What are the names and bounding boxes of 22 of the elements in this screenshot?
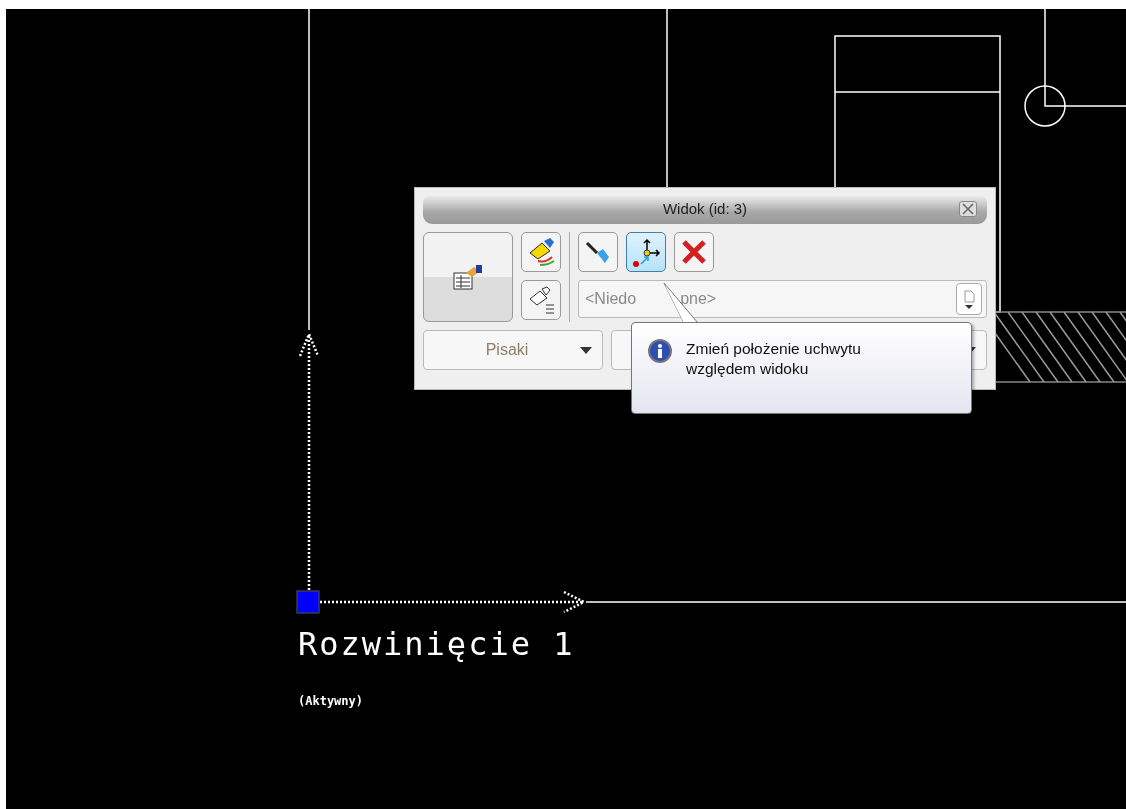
origin-handle[interactable] xyxy=(296,590,320,614)
combo-button[interactable] xyxy=(956,283,982,315)
pens-dropdown[interactable]: Pisaki xyxy=(423,330,603,370)
color-brush-button[interactable] xyxy=(521,232,561,272)
tooltip-text: Zmień położenie uchwytu względem widoku xyxy=(686,339,862,380)
properties-button[interactable] xyxy=(423,232,513,322)
brush-list-button[interactable] xyxy=(521,280,561,320)
caret-icon xyxy=(580,346,592,354)
combo-text: <Niedo xyxy=(585,289,637,309)
view-combo[interactable]: <Niedo pne> xyxy=(578,280,987,318)
table-brush-icon xyxy=(452,263,484,291)
view-label: Rozwinięcie 1 xyxy=(298,628,575,660)
info-icon xyxy=(648,339,672,363)
page-down-icon xyxy=(963,288,975,311)
tool-button[interactable] xyxy=(626,232,666,272)
close-button[interactable] xyxy=(959,201,977,217)
tool-button[interactable] xyxy=(674,232,714,272)
combo-text: pne> xyxy=(680,289,717,309)
close-icon xyxy=(962,203,974,215)
move-arrows-icon xyxy=(631,237,661,267)
panel-title: Widok (id: 3) xyxy=(662,198,748,219)
view-status: (Aktywny) xyxy=(298,693,364,710)
